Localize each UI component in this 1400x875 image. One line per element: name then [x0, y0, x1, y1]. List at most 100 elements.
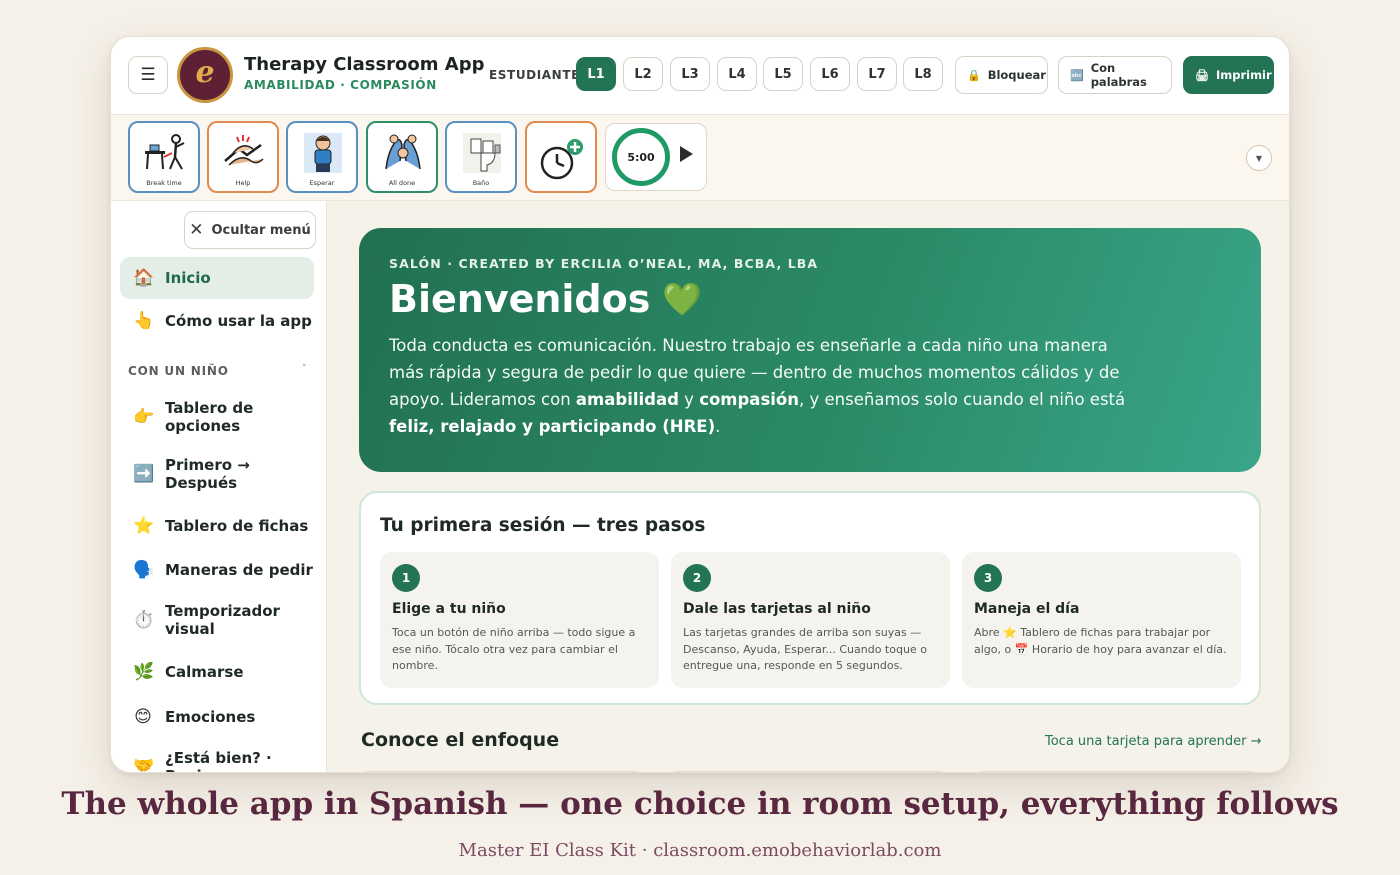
student-level-l1[interactable]: L1 [576, 57, 616, 91]
student-level-l3[interactable]: L3 [670, 57, 710, 91]
handshake-icon: 🤝 [133, 756, 155, 773]
words-label: Con palabras [1090, 61, 1147, 89]
card-all-done[interactable]: All done [366, 121, 438, 193]
student-level-l7[interactable]: L7 [857, 57, 897, 91]
sidebar-item-temporizador[interactable]: ⏱️ Temporizador visual [120, 601, 314, 639]
lock-label: Bloquear [987, 68, 1046, 82]
wait-child-icon [304, 133, 342, 173]
print-button[interactable]: 🖨 Imprimir [1183, 56, 1274, 94]
card-help[interactable]: Help [207, 121, 279, 193]
step-number-badge: 1 [392, 564, 420, 592]
student-level-l6[interactable]: L6 [810, 57, 850, 91]
printer-icon: 🖨 [1195, 68, 1209, 82]
green-heart-icon: 💚 [662, 280, 703, 318]
help-hands-icon [224, 135, 264, 166]
step-title: Dale las tarjetas al niño [683, 601, 871, 617]
hide-menu-button[interactable]: ✕ Ocultar menú [184, 211, 316, 249]
step-card[interactable]: 1 Elige a tu niño Toca un botón de niño … [380, 552, 659, 688]
hero-bold-text: compasión [699, 390, 800, 409]
hero-title-text: Bienvenidos [389, 277, 651, 321]
first-session-title: Tu primera sesión — tres pasos [380, 515, 706, 536]
hero-body-text: y [678, 390, 700, 409]
add-timer-card[interactable] [525, 121, 597, 193]
chevron-down-icon[interactable]: ˅ [302, 364, 307, 374]
sidebar-item-label: Emociones [165, 708, 256, 726]
hero-title: Bienvenidos 💚 [389, 277, 1231, 321]
break-time-icon [145, 134, 185, 170]
step-number-badge: 2 [683, 564, 711, 592]
card-break-time[interactable]: Break time [128, 121, 200, 193]
student-level-l5[interactable]: L5 [763, 57, 803, 91]
student-level-l8[interactable]: L8 [903, 57, 943, 91]
student-label: ESTUDIANTE [489, 68, 580, 82]
sidebar-item-primero-despues[interactable]: ➡️ Primero → Después [120, 455, 314, 493]
caption-headline: The whole app in Spanish — one choice in… [61, 786, 1339, 822]
hamburger-icon[interactable]: ☰ [128, 56, 168, 94]
hero-body: Toda conducta es comunicación. Nuestro t… [389, 332, 1129, 440]
close-icon: ✕ [189, 220, 204, 240]
card-caption: Esperar [309, 179, 335, 187]
step-body: Las tarjetas grandes de arriba son suyas… [683, 626, 927, 672]
sidebar-item-label: Inicio [165, 269, 211, 287]
welcome-hero: SALÓN · CREATED BY ERCILIA O’NEAL, MA, B… [359, 228, 1261, 472]
sidebar-item-maneras-pedir[interactable]: 🗣️ Maneras de pedir [120, 558, 314, 582]
sidebar-item-label: Maneras de pedir [165, 561, 313, 579]
step-title: Elige a tu niño [392, 601, 506, 617]
hero-bold-text: amabilidad [575, 390, 679, 409]
speaking-head-icon: 🗣️ [133, 560, 155, 580]
student-level-l4[interactable]: L4 [717, 57, 757, 91]
all-done-icon [385, 134, 421, 170]
card-esperar[interactable]: Esperar [286, 121, 358, 193]
sidebar-item-calmarse[interactable]: 🌿 Calmarse [120, 660, 314, 684]
timer-ring: 5:00 [612, 128, 670, 186]
play-icon[interactable] [680, 146, 693, 162]
hero-bold-text: feliz, relajado y participando (HRE) [389, 417, 716, 436]
approach-card[interactable] [667, 771, 949, 772]
sidebar-item-como-usar[interactable]: 👆 Cómo usar la app [120, 309, 314, 333]
communication-card-strip: Break time Help Esperar All done Baño 5:… [111, 115, 1289, 201]
app-logo: e [177, 47, 233, 103]
card-caption: Help [235, 179, 251, 187]
student-level-l2[interactable]: L2 [623, 57, 663, 91]
approach-link[interactable]: Toca una tarjeta para aprender → [1045, 734, 1262, 749]
step-card[interactable]: 3 Maneja el día Abre ⭐ Tablero de fichas… [962, 552, 1241, 688]
words-toggle-button[interactable]: 🔤 Con palabras [1058, 56, 1172, 94]
sidebar-item-label: Tablero de fichas [165, 517, 309, 535]
sidebar-item-label: Cómo usar la app [165, 312, 312, 330]
approach-title: Conoce el enfoque [361, 729, 560, 751]
timer-value: 5:00 [627, 150, 655, 164]
sidebar-item-emociones[interactable]: 😊 Emociones [120, 705, 314, 729]
card-caption: All done [388, 179, 416, 187]
smile-icon: 😊 [134, 707, 152, 727]
arrow-right-icon: ➡️ [133, 464, 155, 484]
sidebar-item-tablero-fichas[interactable]: ⭐ Tablero de fichas [120, 514, 314, 538]
approach-card[interactable] [359, 771, 645, 772]
hero-body-text: . [715, 417, 721, 436]
step-title: Maneja el día [974, 601, 1080, 617]
lock-button[interactable]: 🔒 Bloquear [955, 56, 1048, 94]
star-icon: ⭐ [133, 516, 155, 536]
hero-body-text: , y enseñamos solo cuando el niño está [799, 390, 1126, 409]
sidebar-item-label: Temporizador visual [165, 602, 280, 638]
app-window: ☰ e Therapy Classroom App AMABILIDAD · C… [110, 36, 1290, 773]
sidebar-item-inicio[interactable]: 🏠 Inicio [120, 257, 314, 299]
card-bano[interactable]: Baño [445, 121, 517, 193]
visual-timer-widget[interactable]: 5:00 [605, 123, 707, 191]
chevron-down-icon[interactable]: ▼ [1246, 145, 1272, 171]
main-content: SALÓN · CREATED BY ERCILIA O’NEAL, MA, B… [327, 201, 1289, 772]
app-title: Therapy Classroom App [244, 54, 485, 75]
sidebar-item-label: Calmarse [165, 663, 244, 681]
step-body: Abre ⭐ Tablero de fichas para trabajar p… [974, 626, 1227, 656]
lock-icon: 🔒 [967, 68, 981, 82]
step-card[interactable]: 2 Dale las tarjetas al niño Las tarjetas… [671, 552, 950, 688]
step-number-badge: 3 [974, 564, 1002, 592]
herb-icon: 🌿 [133, 662, 155, 682]
sidebar-item-esta-bien[interactable]: 🤝 ¿Está bien? · Revisar [120, 749, 314, 773]
logo-letter: e [195, 55, 215, 90]
hide-menu-label: Ocultar menú [211, 222, 311, 238]
top-bar: ☰ e Therapy Classroom App AMABILIDAD · C… [111, 37, 1289, 115]
pointing-hand-icon: 👆 [133, 311, 155, 331]
sidebar: ✕ Ocultar menú 🏠 Inicio 👆 Cómo usar la a… [111, 201, 327, 773]
sidebar-item-tablero-opciones[interactable]: 👉 Tablero de opciones [120, 398, 314, 436]
approach-card[interactable] [972, 771, 1261, 772]
